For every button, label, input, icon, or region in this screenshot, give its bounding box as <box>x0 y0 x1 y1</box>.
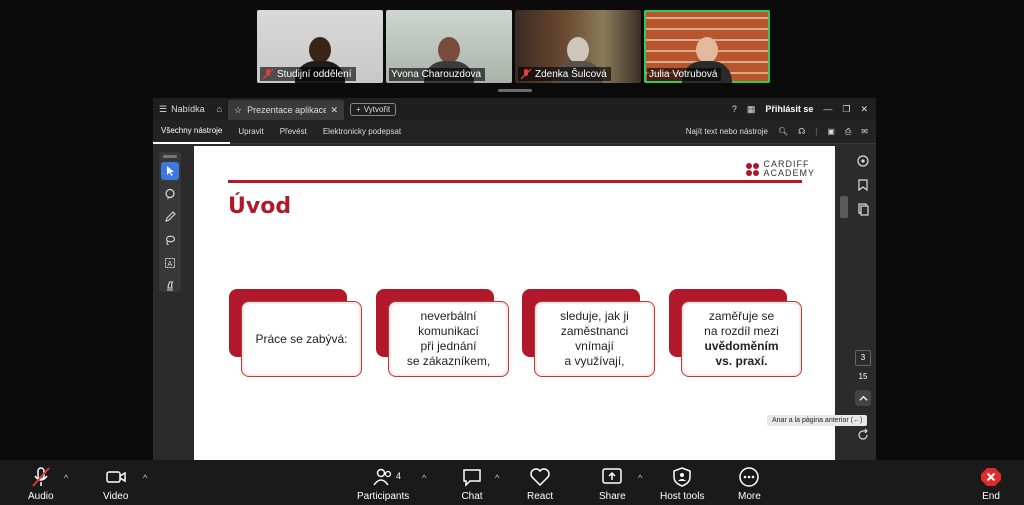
participant-name-label: Zdenka Šulcová <box>518 67 611 81</box>
audio-button[interactable]: Audio <box>28 467 54 502</box>
video-button[interactable]: Video <box>103 467 128 502</box>
minimize-icon[interactable]: — <box>823 104 832 114</box>
right-tool-panel: 3 15 <box>850 146 876 460</box>
participants-icon <box>373 468 392 486</box>
content-box-1: Práce se zabývá: <box>229 289 364 377</box>
participant-tile[interactable]: Studijní oddělení <box>257 10 383 83</box>
participant-tile[interactable]: Yvona Charouzdova <box>386 10 512 83</box>
apps-grid-icon[interactable]: ▦ <box>747 104 756 115</box>
svg-text:A: A <box>168 261 173 268</box>
close-tab-icon[interactable]: ✕ <box>331 105 339 116</box>
participant-tile-active-speaker[interactable]: Julia Votrubová <box>644 10 770 83</box>
end-call-icon <box>981 468 1001 486</box>
audio-options-caret[interactable]: ^ <box>64 473 68 483</box>
cardiff-academy-logo: CARDIFF ACADEMY <box>746 160 815 178</box>
restore-icon[interactable]: ❐ <box>842 104 850 115</box>
scrollbar-thumb[interactable] <box>840 196 848 218</box>
left-tool-panel: A <box>159 152 181 292</box>
zoom-toolbar: Audio ^ Video ^ Participants 4 ^ Chat ^ … <box>0 460 1024 505</box>
more-dots-icon <box>739 467 760 487</box>
participants-button[interactable]: Participants <box>357 467 409 502</box>
home-button[interactable]: ⌂ <box>211 98 228 120</box>
video-camera-icon <box>105 471 126 483</box>
menu-button[interactable]: ☰ Nabídka <box>153 98 211 120</box>
content-box-2: neverbální komunikací při jednání se zák… <box>376 289 511 377</box>
mic-muted-icon <box>262 68 274 80</box>
select-cursor-icon[interactable] <box>161 162 179 180</box>
chevron-up-icon <box>858 395 868 401</box>
page-scrollbar[interactable] <box>839 146 849 460</box>
chat-button[interactable]: Chat <box>461 467 483 502</box>
print-icon[interactable]: ⎙ <box>845 127 851 137</box>
lasso-icon[interactable] <box>161 231 179 249</box>
share-button[interactable]: Share <box>599 467 626 502</box>
pen-icon[interactable] <box>161 208 179 226</box>
home-icon: ⌂ <box>216 104 223 114</box>
rotate-icon[interactable] <box>856 428 870 442</box>
participants-options-caret[interactable]: ^ <box>422 473 426 483</box>
slide-title: Úvod <box>228 194 292 219</box>
current-page-input[interactable]: 3 <box>855 350 871 366</box>
mic-muted-icon <box>32 467 50 487</box>
content-box-4: zaměřuje se na rozdíl mezi uvědoměním vs… <box>669 289 804 377</box>
zoom-meeting-window: Studijní oddělení Yvona Charouzdova Zden… <box>0 0 1024 505</box>
plus-icon: + <box>356 104 361 114</box>
host-tools-button[interactable]: Host tools <box>660 467 704 502</box>
star-icon[interactable]: ☆ <box>234 105 242 116</box>
menu-e-sign[interactable]: Elektronicky podepsat <box>315 120 409 144</box>
help-icon[interactable]: ? <box>732 104 737 114</box>
shield-icon <box>673 467 691 487</box>
acrobat-titlebar: ☰ Nabídka ⌂ ☆ Prezentace aplikace ... ✕ … <box>153 98 876 120</box>
hamburger-icon: ☰ <box>159 103 168 114</box>
video-options-caret[interactable]: ^ <box>143 473 147 483</box>
sign-in-button[interactable]: Přihlásit se <box>765 104 813 114</box>
ai-assistant-icon[interactable] <box>856 154 870 168</box>
stamp-icon[interactable] <box>161 277 179 295</box>
total-pages: 15 <box>858 372 868 381</box>
close-window-icon[interactable]: ✕ <box>860 104 868 115</box>
title-rule <box>228 180 802 183</box>
share-screen-icon <box>602 468 623 484</box>
mic-muted-icon <box>520 68 532 80</box>
more-button[interactable]: More <box>738 467 761 502</box>
previous-page-button[interactable] <box>855 390 871 406</box>
pages-icon[interactable] <box>856 202 870 216</box>
heart-icon <box>530 468 550 487</box>
search-tools-label[interactable]: Najít text nebo nástroje <box>686 127 768 136</box>
bookmark-icon[interactable] <box>856 178 870 192</box>
share-options-caret[interactable]: ^ <box>638 473 642 483</box>
search-icon[interactable]: 🔍︎ <box>778 127 788 136</box>
participant-strip: Studijní oddělení Yvona Charouzdova Zden… <box>257 10 770 83</box>
text-box-icon[interactable]: A <box>161 254 179 272</box>
react-button[interactable]: React <box>527 467 553 502</box>
participant-name-label: Julia Votrubová <box>647 68 722 81</box>
chat-bubble-icon <box>463 469 481 487</box>
chat-options-caret[interactable]: ^ <box>495 473 499 483</box>
participant-tile[interactable]: Zdenka Šulcová <box>515 10 641 83</box>
email-icon[interactable]: ✉ <box>861 127 868 136</box>
content-box-3: sleduje, jak ji zaměstnanci vnímají a vy… <box>522 289 657 377</box>
comment-icon[interactable] <box>161 185 179 203</box>
menu-all-tools[interactable]: Všechny nástroje <box>153 120 231 144</box>
pdf-page: CARDIFF ACADEMY Úvod Práce se zabývá: ne… <box>194 146 835 460</box>
save-icon[interactable]: ▣ <box>827 127 835 136</box>
end-meeting-button[interactable]: End <box>980 467 1002 502</box>
participants-count: 4 <box>396 471 402 481</box>
headphones-icon[interactable]: ☊ <box>798 127 805 136</box>
gallery-drag-handle[interactable] <box>498 89 532 92</box>
participant-name-label: Yvona Charouzdova <box>389 68 486 81</box>
new-tab-button[interactable]: + Vytvořit <box>350 102 397 116</box>
menu-edit[interactable]: Upravit <box>230 120 271 144</box>
participant-name-label: Studijní oddělení <box>260 67 356 81</box>
document-tab[interactable]: ☆ Prezentace aplikace ... ✕ <box>228 100 345 120</box>
previous-page-tooltip: Anar a la pàgina anterior (←) <box>767 415 868 426</box>
shared-acrobat-window: ☰ Nabídka ⌂ ☆ Prezentace aplikace ... ✕ … <box>153 98 876 460</box>
menu-convert[interactable]: Převést <box>272 120 315 144</box>
acrobat-menubar: Všechny nástroje Upravit Převést Elektro… <box>153 120 876 144</box>
